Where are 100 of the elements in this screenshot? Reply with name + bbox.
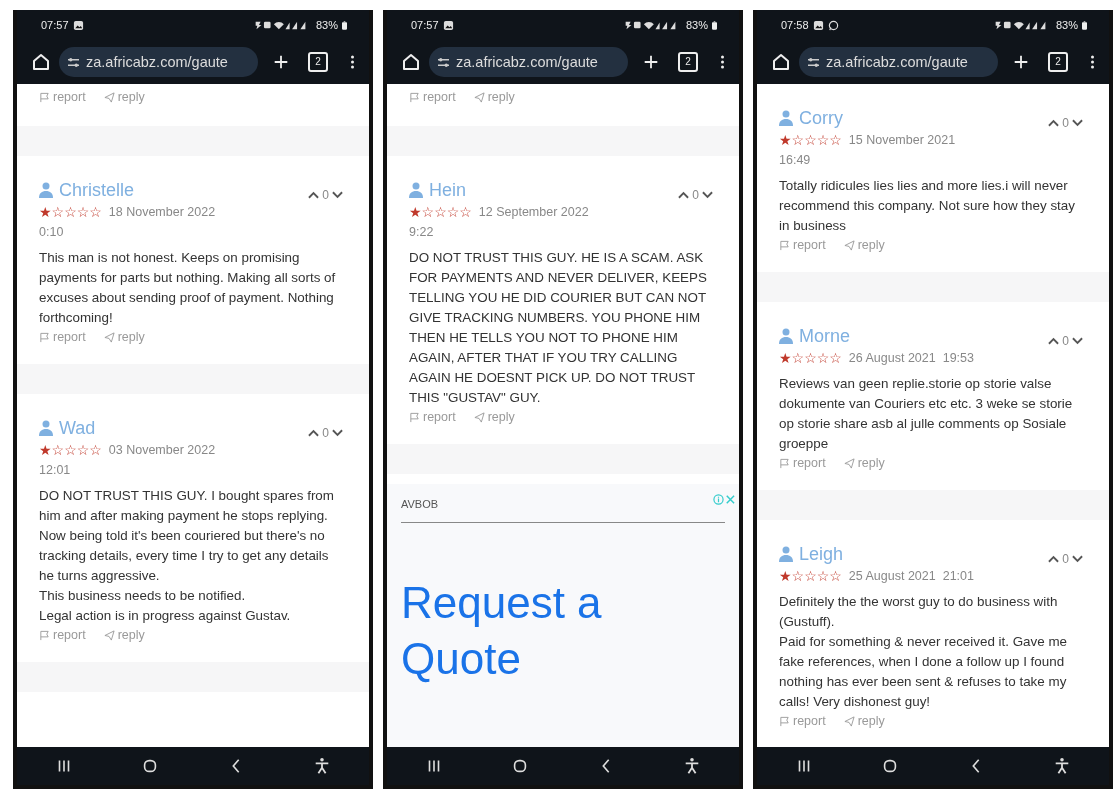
status-time: 07:57 [41, 19, 69, 31]
review-time: 16:49 [779, 152, 811, 169]
vote-count: 0 [1062, 552, 1069, 566]
vote-count: 0 [322, 188, 329, 202]
home-icon[interactable] [31, 52, 51, 72]
battery-level: 83% [685, 19, 708, 31]
home-button-icon[interactable] [881, 757, 899, 775]
report-link[interactable]: report [39, 90, 86, 104]
battery-icon [342, 20, 347, 30]
star-rating: ★☆☆☆☆ [779, 351, 842, 365]
star-rating: ★☆☆☆☆ [779, 133, 842, 147]
review-text: Totally ridicules lies lies and more lies.i will never recommend this company. Not sure how they stay in business [779, 177, 1076, 235]
review-date: 18 November 2022 [108, 204, 216, 221]
downvote-icon[interactable] [1072, 555, 1083, 563]
tab-switcher-button[interactable]: 2 [308, 52, 328, 72]
battery-level: 83% [315, 19, 338, 31]
reviewer-name[interactable]: Morne [799, 325, 851, 347]
star-rating: ★☆☆☆☆ [39, 205, 102, 219]
reply-link[interactable]: reply [473, 410, 515, 424]
upvote-icon[interactable] [1048, 119, 1060, 127]
image-notification-icon [442, 19, 454, 31]
reply-link[interactable]: reply [103, 330, 145, 344]
user-icon [409, 182, 423, 198]
menu-icon[interactable] [350, 53, 355, 71]
star-rating: ★☆☆☆☆ [779, 569, 842, 583]
upvote-icon[interactable] [1048, 555, 1060, 563]
reviewer-name[interactable]: Christelle [59, 179, 135, 201]
battery-icon [712, 20, 717, 30]
accessibility-icon[interactable] [313, 757, 331, 775]
review-text: DO NOT TRUST THIS GUY. I bought spares from him and after making payment he stops replying. Now being told it's been couriered but there's no tracking details, every time I try to get any details he turns aggressive. This business needs to be notified. Legal action is in progress against Gustav. [39, 487, 335, 625]
report-link[interactable]: report [409, 90, 456, 104]
report-link[interactable]: report [779, 714, 826, 728]
upvote-icon[interactable] [308, 191, 320, 199]
reply-link[interactable]: reply [473, 90, 515, 104]
review-date: 26 August 2021 [848, 350, 936, 367]
status-time: 07:57 [411, 19, 439, 31]
review-text: Reviews van geen replie.storie op storie valse dokumente van Couriers etc etc. 3 weke se storie op storie share asb al julle comments op Sosiale groeppe [779, 375, 1074, 453]
chat-bubble-icon [827, 19, 839, 31]
address-bar[interactable]: za.africabz.com/gaute [59, 47, 258, 77]
report-link[interactable]: report [779, 456, 826, 470]
accessibility-icon[interactable] [683, 757, 701, 775]
user-icon [39, 420, 53, 436]
battery-icon [1082, 20, 1087, 30]
reply-link[interactable]: reply [103, 90, 145, 104]
star-rating: ★☆☆☆☆ [409, 205, 472, 219]
image-notification-icon [812, 19, 824, 31]
site-settings-icon[interactable] [437, 56, 450, 68]
home-button-icon[interactable] [141, 757, 159, 775]
report-link[interactable]: report [39, 330, 86, 344]
user-icon [779, 110, 793, 126]
tab-switcher-button[interactable]: 2 [1048, 52, 1068, 72]
reviewer-name[interactable]: Hein [429, 179, 467, 201]
home-icon[interactable] [401, 52, 421, 72]
address-bar[interactable]: za.africabz.com/gaute [799, 47, 998, 77]
upvote-icon[interactable] [678, 191, 690, 199]
review-time: 0:10 [39, 224, 64, 241]
home-icon[interactable] [771, 52, 791, 72]
advertisement-banner[interactable]: AVBOB Request a Quote [387, 484, 739, 747]
menu-icon[interactable] [1090, 53, 1095, 71]
address-bar[interactable]: za.africabz.com/gaute [429, 47, 628, 77]
home-button-icon[interactable] [511, 757, 529, 775]
review-date: 15 November 2021 [848, 132, 956, 149]
user-icon [779, 328, 793, 344]
report-link[interactable]: report [39, 628, 86, 642]
reviewer-name[interactable]: Corry [799, 107, 843, 129]
vote-count: 0 [1062, 334, 1069, 348]
downvote-icon[interactable] [332, 429, 343, 437]
reply-link[interactable]: reply [103, 628, 145, 642]
new-tab-icon[interactable] [1012, 53, 1030, 71]
reply-link[interactable]: reply [843, 238, 885, 252]
tab-switcher-button[interactable]: 2 [678, 52, 698, 72]
review-text: Definitely the the worst guy to do business with (Gustuff). Paid for something & never received it. Gave me fake references, when I done a follow up I found nothing has ever been sent & refuses to take my calls! Very dishonest guy! [779, 593, 1069, 711]
new-tab-icon[interactable] [642, 53, 660, 71]
reply-link[interactable]: reply [843, 714, 885, 728]
upvote-icon[interactable] [308, 429, 320, 437]
downvote-icon[interactable] [1072, 337, 1083, 345]
downvote-icon[interactable] [1072, 119, 1083, 127]
reviewer-name[interactable]: Leigh [799, 543, 844, 565]
image-notification-icon [72, 19, 84, 31]
review-text: DO NOT TRUST THIS GUY. HE IS A SCAM. ASK FOR PAYMENTS AND NEVER DELIVER, KEEPS TELLING YOU HE DID COURIER BUT CAN NOT GIVE TRACKING NUMBERS. YOU PHONE HIM THEN HE TELLS YOU NOT TO PHONE HIM AGAIN, AFTER THAT IF YOU TRY CALLING AGAIN HE DOESNT PICK UP. DO NOT TRUST THIS "GUSTAV" GUY. [409, 249, 708, 407]
vote-count: 0 [1062, 116, 1069, 130]
reply-link[interactable]: reply [843, 456, 885, 470]
downvote-icon[interactable] [702, 191, 713, 199]
review-date: 25 August 2021 [848, 568, 936, 585]
status-time: 07:58 [781, 19, 809, 31]
site-settings-icon[interactable] [67, 56, 80, 68]
review-time: 21:01 [942, 568, 974, 585]
accessibility-icon[interactable] [1053, 757, 1071, 775]
upvote-icon[interactable] [1048, 337, 1060, 345]
reviewer-name[interactable]: Wad [59, 417, 96, 439]
star-rating: ★☆☆☆☆ [39, 443, 102, 457]
vote-count: 0 [322, 426, 329, 440]
report-link[interactable]: report [779, 238, 826, 252]
new-tab-icon[interactable] [272, 53, 290, 71]
site-settings-icon[interactable] [807, 56, 820, 68]
review-date: 12 September 2022 [478, 204, 589, 221]
report-link[interactable]: report [409, 410, 456, 424]
downvote-icon[interactable] [332, 191, 343, 199]
ad-headline[interactable]: Request a Quote [401, 575, 641, 687]
menu-icon[interactable] [720, 53, 725, 71]
